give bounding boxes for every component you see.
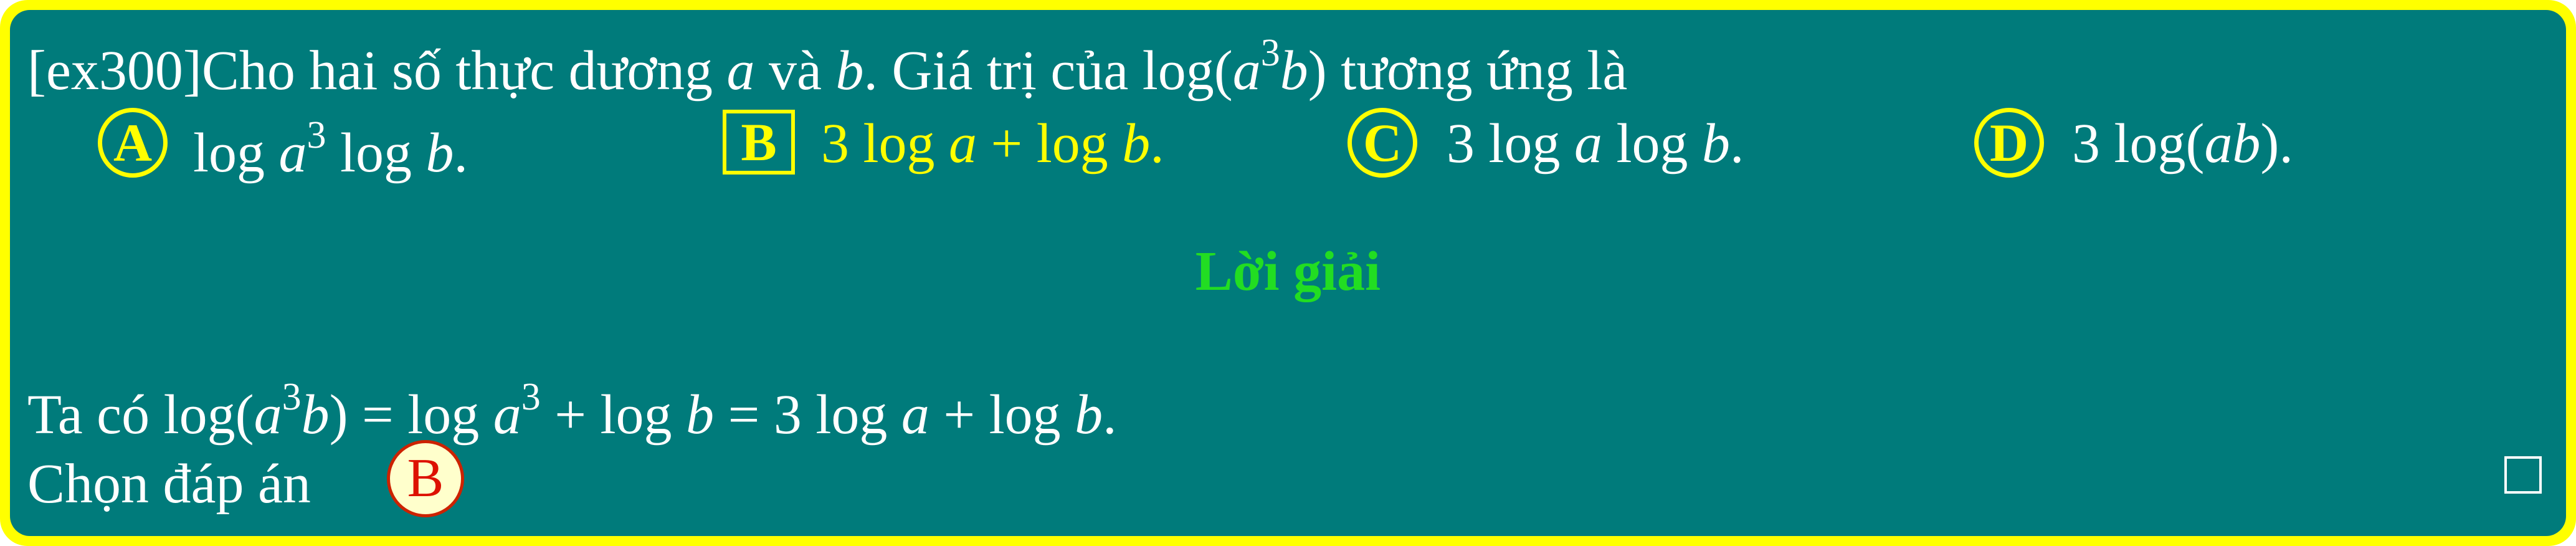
option-d-marker[interactable]: D — [1974, 108, 2044, 178]
answer-badge: B — [387, 440, 464, 517]
option-a-text[interactable]: log a3 log b. — [193, 116, 468, 181]
option-b-marker[interactable]: B — [723, 110, 795, 175]
exercise-id: [ex300] — [27, 40, 202, 102]
solution-line: Ta có log(a3b) = log a3 + log b = 3 log … — [27, 376, 1117, 446]
qed-square-icon — [2504, 456, 2542, 494]
option-b-text[interactable]: 3 log a + log b. — [821, 116, 1164, 172]
option-d-text[interactable]: 3 log(ab). — [2072, 116, 2293, 172]
answer-line: Chọn đáp án — [27, 456, 311, 512]
option-a-marker[interactable]: A — [98, 108, 168, 178]
exercise-card-frame: [ex300]Cho hai số thực dương a và b. Giá… — [0, 0, 2576, 546]
option-c-text[interactable]: 3 log a log b. — [1447, 116, 1744, 172]
exercise-card: [ex300]Cho hai số thực dương a và b. Giá… — [10, 10, 2566, 536]
answer-label: Chọn đáp án — [27, 453, 311, 515]
question-text: [ex300]Cho hai số thực dương a và b. Giá… — [27, 32, 1628, 102]
option-c-marker[interactable]: C — [1347, 108, 1417, 178]
solution-heading: Lời giải — [1195, 241, 1381, 302]
